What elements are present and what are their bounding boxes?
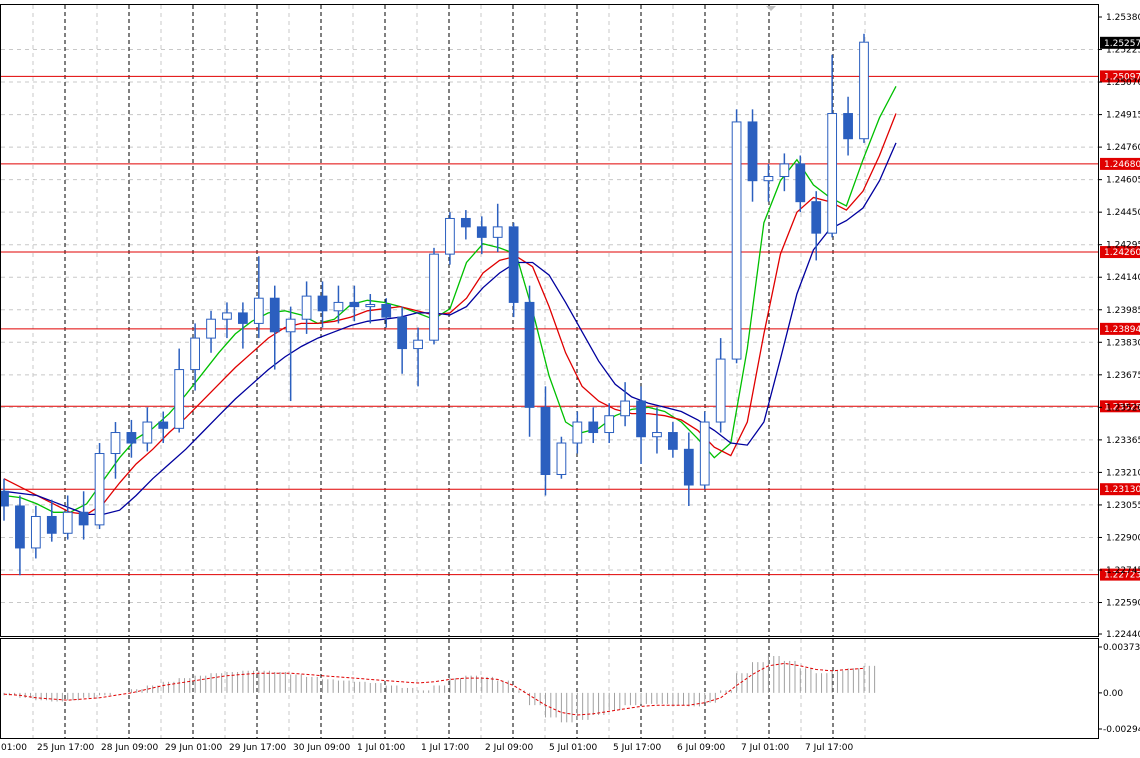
candle-body [190, 337, 200, 371]
candle-body [110, 432, 121, 455]
candle-body [15, 505, 25, 549]
candle-body [652, 432, 662, 438]
candle-body [62, 511, 73, 534]
candle-body [763, 175, 774, 182]
candle-body [429, 253, 439, 341]
candle-body [397, 316, 408, 350]
candle-body [142, 421, 153, 444]
candle-body [588, 421, 599, 434]
time-tick-label: 7 Jul 01:00 [741, 743, 790, 753]
time-tick-label: 2 Jul 09:00 [485, 743, 534, 753]
time-tick-label: 6 Jul 09:00 [677, 743, 726, 753]
candle-body [683, 448, 694, 486]
time-tick-label: 7 Jul 17:00 [805, 743, 854, 753]
candle-body [253, 297, 264, 324]
oscillator-tick-label: 0.003733 [1103, 643, 1140, 653]
candle-body [285, 318, 296, 333]
candle-body [269, 297, 280, 333]
price-tick-label: 1.24295 [1106, 241, 1140, 251]
time-tick-label: 5 Jul 17:00 [613, 743, 662, 753]
price-chart: 1.250971.246801.242601.238941.235251.231… [0, 0, 1140, 758]
time-tick-label: 25 Jun 17:00 [37, 743, 94, 753]
candle-body [301, 295, 312, 320]
candle-body [333, 301, 344, 312]
price-tick-label: 1.23210 [1106, 468, 1140, 478]
candle-body [843, 113, 853, 140]
level-label: 1.23894 [1104, 325, 1140, 335]
oscillator-tick-label: 0.00 [1103, 689, 1123, 699]
candle-body [445, 217, 455, 255]
candle-body [556, 442, 567, 476]
candle-body [540, 406, 551, 476]
candle-body [859, 41, 869, 140]
price-tick-label: 1.22745 [1106, 566, 1140, 576]
candle-body [508, 226, 519, 303]
candle-body [365, 304, 376, 308]
price-tick-label: 1.23520 [1106, 403, 1140, 413]
price-tick-label: 1.23830 [1106, 338, 1140, 348]
price-tick-label: 1.24140 [1106, 273, 1140, 283]
candle-body [94, 453, 105, 526]
price-tick-label: 1.23985 [1106, 306, 1140, 316]
time-tick-label: 01:00 [1, 743, 27, 753]
price-tick-label: 1.24760 [1106, 143, 1140, 153]
time-tick-label: 29 Jun 17:00 [229, 743, 286, 753]
candle-body [795, 163, 806, 203]
candle-body [222, 312, 232, 320]
price-tick-label: 1.23675 [1106, 371, 1140, 381]
candle-body [460, 217, 471, 228]
candle-body [715, 358, 726, 423]
time-tick-label: 1 Jul 17:00 [421, 743, 470, 753]
candle-body [174, 369, 185, 429]
candle-body [78, 511, 89, 526]
level-label: 1.23130 [1104, 485, 1140, 495]
oscillator-tick-label: -0.00294 [1103, 725, 1140, 735]
price-tick-label: 1.22590 [1106, 599, 1140, 609]
time-tick-label: 5 Jul 01:00 [549, 743, 598, 753]
level-label: 1.24680 [1104, 160, 1140, 170]
candle-body [0, 490, 9, 507]
candle-body [349, 301, 360, 308]
candle-body [46, 515, 57, 534]
current-price-label: 1.25257 [1104, 39, 1140, 49]
candle-body [604, 415, 615, 434]
price-tick-label: 1.23055 [1106, 501, 1140, 511]
candle-body [126, 432, 137, 444]
candle-body [158, 421, 169, 429]
price-tick-label: 1.24605 [1106, 176, 1140, 186]
price-tick-label: 1.23365 [1106, 436, 1140, 446]
time-tick-label: 28 Jun 09:00 [101, 743, 158, 753]
price-tick-label: 1.25380 [1106, 13, 1140, 23]
time-tick-label: 1 Jul 01:00 [357, 743, 406, 753]
candle-body [747, 121, 758, 182]
candle-body [620, 400, 630, 417]
candle-body [30, 515, 41, 549]
candle-body [413, 339, 423, 350]
candle-body [668, 432, 678, 450]
time-tick-label: 29 Jun 01:00 [165, 743, 222, 753]
candle-body [636, 400, 646, 438]
candle-body [317, 295, 328, 312]
candle-body [699, 421, 710, 486]
price-tick-label: 1.24915 [1106, 111, 1140, 121]
candle-body [206, 318, 216, 339]
candle-body [492, 226, 503, 238]
price-tick-label: 1.22900 [1106, 533, 1140, 543]
candle-body [731, 121, 742, 360]
candle-body [381, 304, 392, 318]
chart-background [0, 0, 1140, 758]
price-tick-label: 1.25070 [1106, 78, 1140, 88]
candle-body [779, 163, 790, 177]
candle-body [476, 226, 487, 238]
candle-body [827, 113, 838, 234]
candle-body [238, 312, 248, 324]
candle-body [524, 301, 535, 408]
candle-body [572, 421, 583, 444]
time-tick-label: 30 Jun 09:00 [293, 743, 350, 753]
price-tick-label: 1.24450 [1106, 208, 1140, 218]
candle-body [811, 201, 822, 234]
price-tick-label: 1.22440 [1106, 630, 1140, 640]
